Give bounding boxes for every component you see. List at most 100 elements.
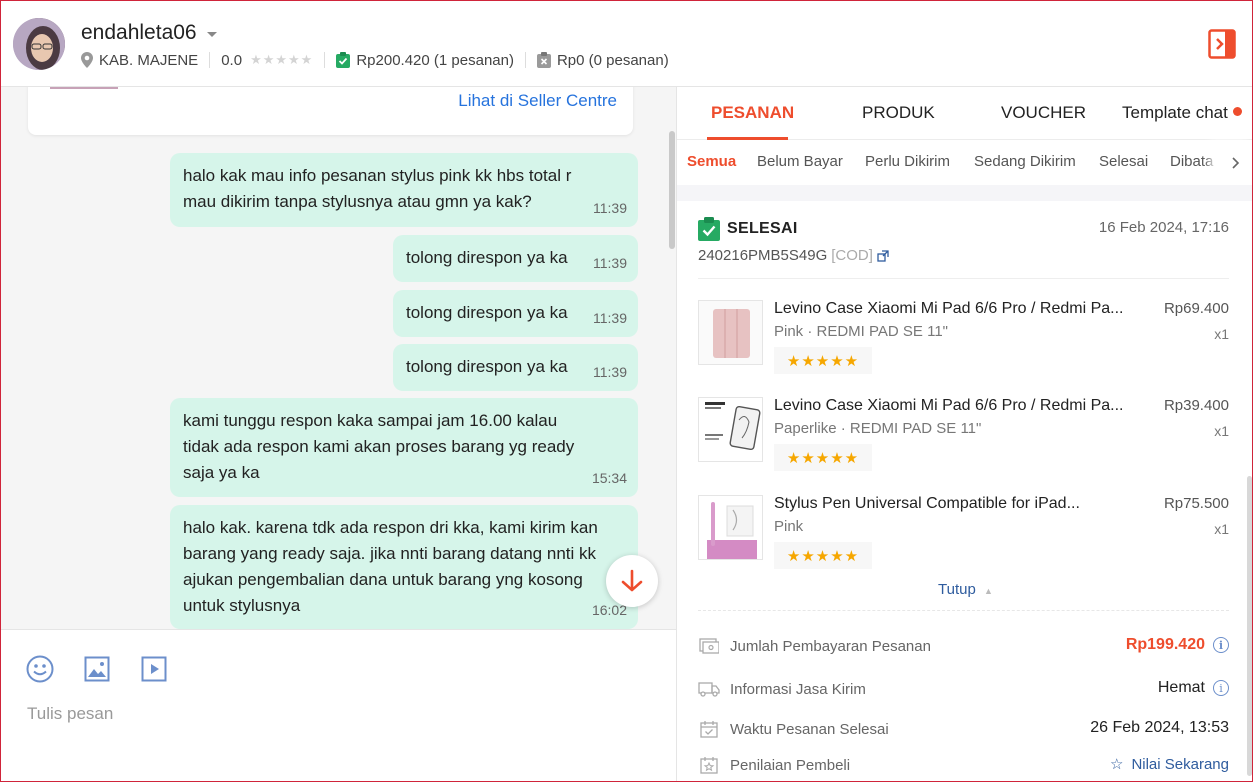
truck-icon [698,678,720,700]
chat-messages[interactable]: Lihat di Seller Centre halo kak mau info… [1,87,677,629]
buyer-rating: 0.0 [221,51,243,69]
message-text: halo kak mau info pesanan stylus pink kk… [183,166,572,185]
product-price: Rp69.400 [1163,300,1229,317]
collapse-label: Tutup [938,581,976,598]
avatar[interactable] [13,18,65,70]
collapse-items-button[interactable]: Tutup ▲ [677,581,1252,598]
filter-semua[interactable]: Semua [687,153,736,170]
divider [324,52,326,68]
rate-now-link[interactable]: ☆ Nilai Sekarang [1109,755,1229,774]
buyer-review-row: Penilaian Pembeli ☆ Nilai Sekarang [698,753,1229,777]
divider [524,52,526,68]
product-name: Levino Case Xiaomi Mi Pad 6/6 Pro / Redm… [774,397,1124,414]
product-qty: x1 [1214,423,1229,439]
buyer-name-dropdown[interactable]: endahleta06 [81,21,217,45]
chat-message: kami tunggu respon kaka sampai jam 16.00… [170,398,638,497]
payment-total-row: Jumlah Pembayaran Pesanan Rp199.420 i [698,634,1229,658]
video-button[interactable] [139,654,169,684]
divider [209,52,211,68]
product-variant: Paperlike · REDMI PAD SE 11" [774,420,982,437]
product-price: Rp75.500 [1163,495,1229,512]
completed-time-label: Waktu Pesanan Selesai [730,720,889,738]
review-icon [698,754,720,776]
collapse-panel-icon[interactable] [1208,29,1236,59]
message-time: 11:39 [593,364,627,380]
order-id: 240216PMB5S49G [698,247,828,264]
image-button[interactable] [82,654,112,684]
emoji-button[interactable] [25,654,55,684]
info-icon[interactable]: i [1213,680,1229,696]
order-item[interactable]: Stylus Pen Universal Compatible for iPad… [698,495,1229,575]
message-time: 11:39 [593,200,627,216]
shipping-label: Informasi Jasa Kirim [730,680,866,698]
external-link-icon[interactable] [877,249,889,262]
message-text: halo kak. karena tdk ada respon dri kka,… [183,518,598,537]
scroll-right-button[interactable] [1216,140,1252,185]
message-time: 11:39 [593,310,627,326]
orders-cancelled-summary: Rp0 (0 pesanan) [556,51,669,69]
calendar-check-icon [698,718,720,740]
filter-sedang-dikirim[interactable]: Sedang Dikirim [974,153,1076,170]
payment-total-value: Rp199.420 i [1126,636,1229,654]
completed-time-value: 26 Feb 2024, 13:53 [1090,719,1229,736]
product-variant: Pink · REDMI PAD SE 11" [774,323,948,340]
chevron-down-icon [206,31,217,37]
tab-label: Template chat [1122,103,1228,122]
panel-scrollbar[interactable] [1247,476,1252,776]
filter-belum-bayar[interactable]: Belum Bayar [757,153,843,170]
message-input[interactable]: Tulis pesan [27,704,113,724]
payment-total-label: Jumlah Pembayaran Pesanan [730,637,931,655]
product-image [698,397,763,462]
message-text: saja ya ka [183,463,260,482]
filter-perlu-dikirim[interactable]: Perlu Dikirim [865,153,950,170]
panel-tabs: PESANAN PRODUK VOUCHER Template chat [677,87,1252,140]
order-status: SELESAI [727,220,798,237]
chat-message: halo kak. karena tdk ada respon dri kka,… [170,505,638,629]
filter-selesai[interactable]: Selesai [1099,153,1148,170]
tab-voucher[interactable]: VOUCHER [1001,103,1086,123]
message-text: barang yang ready saja. jika nnti barang… [183,544,596,563]
chat-message: tolong direspon ya ka 11:39 [393,235,638,282]
rating-stars: ★★★★★ [774,542,872,569]
completed-time-row: Waktu Pesanan Selesai 26 Feb 2024, 13:53 [698,717,1229,741]
payment-tag: [COD] [831,247,873,264]
message-time: 15:34 [591,470,627,486]
payment-total-amount: Rp199.420 [1125,636,1205,653]
section-gap [677,185,1252,201]
message-text: tidak ada respon kami akan proses barang… [183,437,575,456]
divider [698,278,1229,279]
tab-produk[interactable]: PRODUK [862,103,935,123]
product-qty: x1 [1214,521,1229,537]
star-outline-icon: ☆ [1109,756,1124,773]
product-variant: Pink [774,518,804,535]
buyer-location: KAB. MAJENE [99,51,199,69]
rating-stars: ★★★★★ [774,347,872,374]
chat-scrollbar[interactable] [669,131,675,249]
product-qty: x1 [1214,326,1229,342]
orders-completed-summary: Rp200.420 (1 pesanan) [356,51,514,69]
filter-dibatalkan[interactable]: Dibata [1170,153,1213,170]
arrow-down-icon [621,569,643,592]
buyer-review-label: Penilaian Pembeli [730,756,851,774]
seller-centre-link[interactable]: Lihat di Seller Centre [458,91,617,111]
product-name: Levino Case Xiaomi Mi Pad 6/6 Pro / Redm… [774,300,1124,317]
message-time: 11:39 [593,255,627,271]
payment-icon [698,635,720,657]
username: endahleta06 [81,21,197,44]
tab-pesanan[interactable]: PESANAN [711,103,794,123]
order-item[interactable]: Levino Case Xiaomi Mi Pad 6/6 Pro / Redm… [698,300,1229,380]
order-item[interactable]: Levino Case Xiaomi Mi Pad 6/6 Pro / Redm… [698,397,1229,477]
rating-stars-icon: ★★★★★ [250,52,314,67]
info-icon[interactable]: i [1213,637,1229,653]
chat-message: tolong direspon ya ka 11:39 [393,290,638,337]
clipboard-check-icon [336,52,351,68]
clipboard-check-icon [698,217,720,241]
emoji-icon [26,655,54,683]
product-thumbnail [50,87,118,89]
divider [698,610,1229,611]
video-icon [141,656,167,682]
product-name: Stylus Pen Universal Compatible for iPad… [774,495,1080,512]
scroll-to-bottom-button[interactable] [606,555,658,607]
chevron-up-icon: ▲ [984,586,993,596]
tab-template-chat[interactable]: Template chat [1122,103,1242,123]
